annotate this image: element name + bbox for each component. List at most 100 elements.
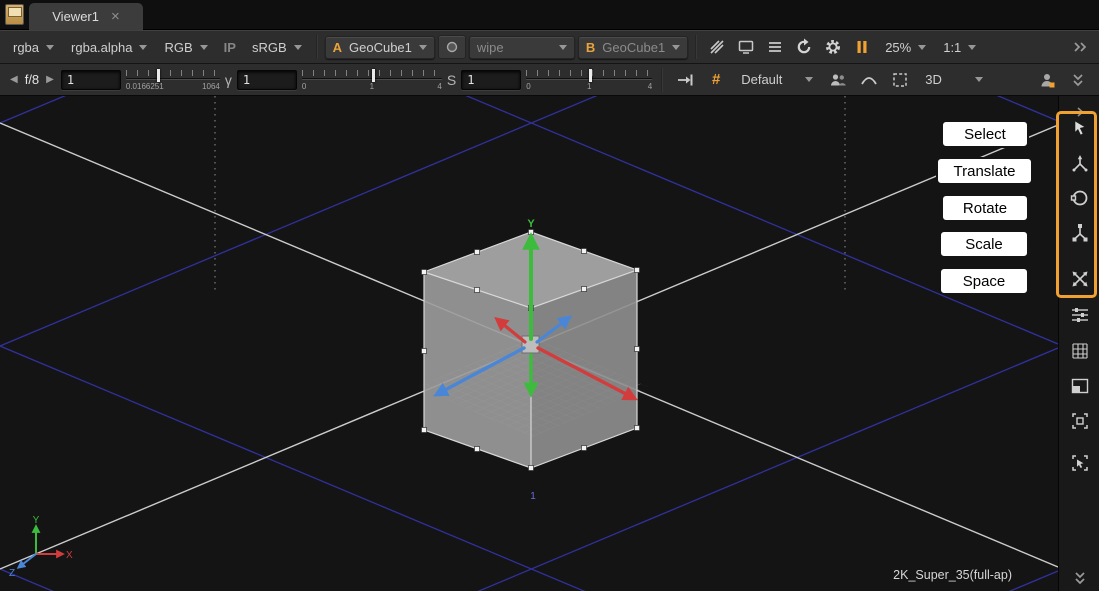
select-cursor-icon (1069, 119, 1091, 141)
zoom-dropdown[interactable]: 25% (878, 37, 933, 58)
view-dimension-dropdown[interactable]: 3D (918, 69, 990, 90)
monitor-out-button[interactable] (733, 34, 759, 60)
gamma-slider-handle[interactable] (372, 69, 375, 82)
pixel-aspect-dropdown[interactable]: 1:1 (936, 37, 983, 58)
toolbar-divider (695, 35, 697, 59)
gamma-tick-label: 1 (370, 82, 374, 91)
hash-icon: # (712, 71, 720, 88)
tab-title: Viewer1 (52, 9, 99, 24)
gizmo-axis-label: Y (527, 218, 535, 230)
pixel-aspect-label: 1:1 (943, 40, 961, 55)
caret-down-icon (975, 77, 983, 82)
view-dimension-label: 3D (925, 72, 942, 87)
gamma-slider[interactable]: 0 1 4 (302, 66, 442, 94)
input-b-dropdown[interactable]: B GeoCube1 (578, 36, 688, 59)
split-layout-button[interactable] (1059, 372, 1099, 400)
frame-selection-button[interactable] (1059, 449, 1099, 477)
fstop-prev-button[interactable]: ◀ (8, 74, 20, 85)
gamma-input[interactable] (237, 70, 297, 90)
alpha-channel-dropdown[interactable]: rgba.alpha (64, 37, 154, 58)
colorspace-dropdown[interactable]: sRGB (245, 37, 309, 58)
sat-tick-label: 0 (526, 82, 530, 91)
scale-tool-button[interactable] (1059, 219, 1099, 247)
double-chevron-right-icon (1071, 38, 1089, 56)
input-a-dropdown[interactable]: A GeoCube1 (325, 36, 435, 59)
wipe-mode-dropdown[interactable]: wipe (469, 36, 575, 59)
collapse-row-button[interactable] (1065, 67, 1091, 93)
expand-toolbar-button[interactable] (1067, 34, 1093, 60)
ip-label: IP (224, 40, 236, 55)
arrow-to-bar-icon (676, 71, 694, 89)
input-b-letter: B (586, 40, 595, 55)
tab-close-icon[interactable]: × (111, 9, 120, 24)
saturation-input[interactable] (461, 70, 521, 90)
translate-tool-button[interactable] (1059, 150, 1099, 178)
viewport-scene[interactable]: 1 Y Y X Z (0, 96, 1058, 591)
callout-rotate-label: Rotate (963, 200, 1007, 217)
input-process-toggle[interactable]: IP (218, 37, 242, 58)
wipe-center-button[interactable] (438, 35, 466, 59)
viewer-mode-label: Default (741, 72, 782, 87)
person-badge-button[interactable] (1034, 67, 1060, 93)
display-label: RGB (164, 40, 192, 55)
layer-label: rgba (13, 40, 39, 55)
gain-input[interactable] (61, 70, 121, 90)
collapse-side-toolbar-button[interactable] (1059, 564, 1099, 591)
saturation-slider-handle[interactable] (589, 69, 592, 82)
callout-scale-label: Scale (965, 236, 1003, 253)
saturation-slider[interactable]: 0 1 4 (526, 66, 652, 94)
views-button[interactable] (825, 67, 851, 93)
dashed-square-icon (891, 71, 909, 89)
snap-grid-button[interactable] (1059, 337, 1099, 365)
goto-end-button[interactable] (672, 67, 698, 93)
input-a-letter: A (333, 40, 342, 55)
callout-space-label: Space (963, 273, 1006, 290)
gamma-tick-label: 0 (302, 82, 306, 91)
callout-rotate: Rotate (941, 194, 1029, 222)
viewer-side-toolbar (1058, 96, 1099, 591)
grid-unit-label: 1 (530, 491, 536, 502)
lut-curve-button[interactable] (856, 67, 882, 93)
caret-down-icon (968, 45, 976, 50)
settings-button[interactable] (820, 34, 846, 60)
axis-orientation-indicator: Y X Z (9, 515, 73, 579)
double-chevron-down-icon (1071, 569, 1089, 587)
format-label: 2K_Super_35(full-ap) (893, 568, 1012, 582)
list-lines-icon (766, 38, 784, 56)
frame-all-button[interactable] (1059, 407, 1099, 435)
fstop-next-button[interactable]: ▶ (44, 74, 56, 85)
select-tool-button[interactable] (1059, 116, 1099, 144)
channel-list-button[interactable] (762, 34, 788, 60)
roi-button[interactable] (887, 67, 913, 93)
scale-icon (1069, 222, 1091, 244)
tab-viewer1[interactable]: Viewer1 × (29, 3, 143, 30)
callout-space: Space (939, 267, 1029, 295)
wipe-pattern-button[interactable] (704, 34, 730, 60)
gear-icon (824, 38, 842, 56)
grid-guides-button[interactable]: # (703, 67, 729, 93)
rotate-tool-button[interactable] (1059, 184, 1099, 212)
grid-icon (1069, 340, 1091, 362)
gain-slider[interactable]: 0.0166251 1064 (126, 66, 220, 94)
viewer-mode-dropdown[interactable]: Default (734, 69, 820, 90)
caret-down-icon (672, 45, 680, 50)
pane-icon[interactable] (5, 4, 24, 25)
gamma-tick-label: 4 (437, 82, 441, 91)
axis-x-label: X (66, 550, 73, 561)
double-chevron-down-icon (1069, 71, 1087, 89)
person-badge-icon (1038, 71, 1056, 89)
space-axes-icon (1069, 268, 1091, 290)
multi-slider-icon (1069, 304, 1091, 326)
callout-scale: Scale (939, 230, 1029, 258)
gain-slider-handle[interactable] (157, 69, 160, 82)
pause-button[interactable] (849, 34, 875, 60)
display-mode-dropdown[interactable]: RGB (157, 37, 214, 58)
space-tool-button[interactable] (1059, 265, 1099, 293)
tool-options-button[interactable] (1059, 301, 1099, 329)
gain-min-label: 0.0166251 (126, 82, 164, 91)
refresh-button[interactable] (791, 34, 817, 60)
layer-dropdown[interactable]: rgba (6, 37, 61, 58)
colorspace-label: sRGB (252, 40, 287, 55)
3d-viewport[interactable]: 1 Y Y X Z 2K_Super_35(full-ap) (0, 96, 1058, 591)
caret-down-icon (918, 45, 926, 50)
